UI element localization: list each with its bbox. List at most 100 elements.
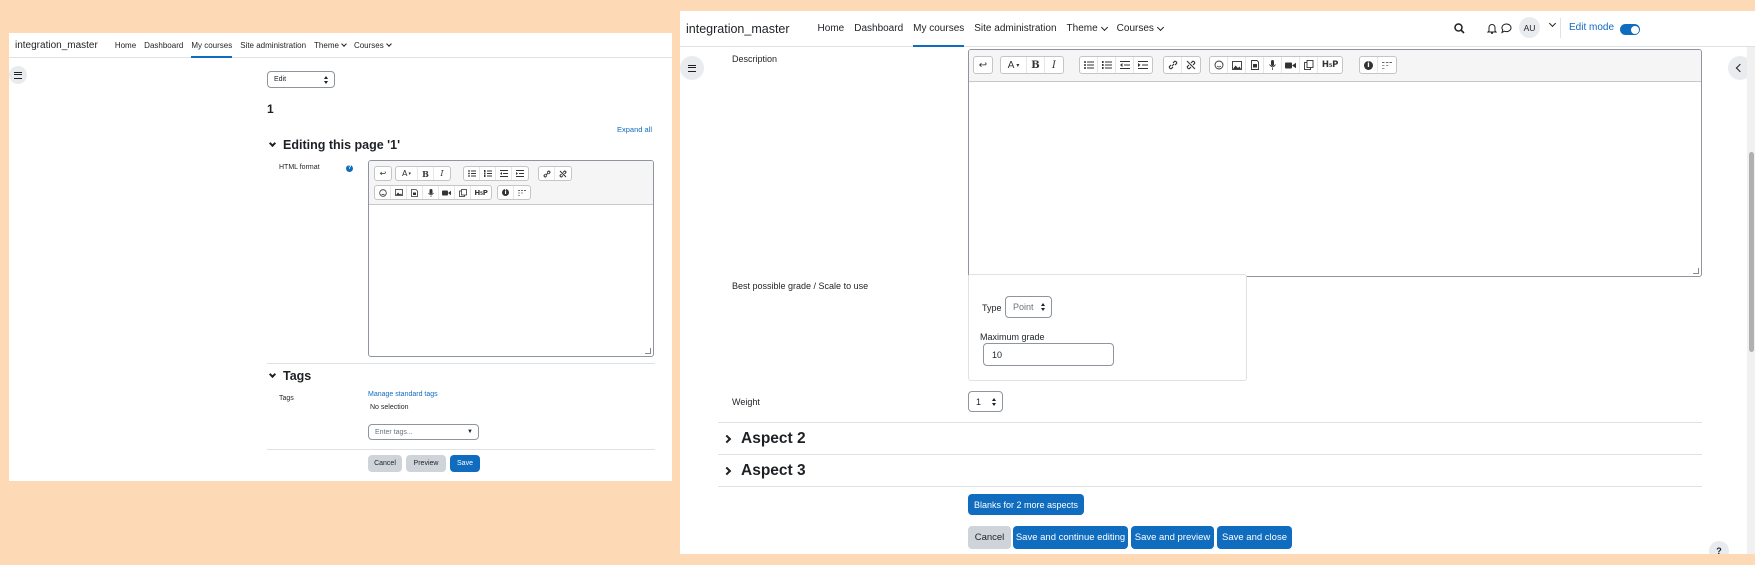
weight-label: Weight [732, 397, 760, 407]
divider [267, 449, 655, 450]
microphone-icon [1269, 60, 1276, 70]
help-button[interactable]: ? [1709, 541, 1729, 554]
toolbar-group-accessibility: i [1359, 56, 1397, 74]
site-name[interactable]: integration_master [686, 22, 790, 36]
emoji-button[interactable] [1210, 57, 1228, 73]
undo-button[interactable]: ↩ [375, 167, 391, 180]
nav-site-administration[interactable]: Site administration [240, 33, 306, 57]
bold-button[interactable]: B [418, 167, 434, 180]
nav-site-administration[interactable]: Site administration [974, 11, 1056, 46]
italic-button[interactable]: I [1045, 57, 1063, 73]
nav-dashboard[interactable]: Dashboard [144, 33, 183, 57]
html-editor[interactable]: ↩ A ▾ B I H₅P i [368, 160, 654, 357]
resize-handle[interactable] [1693, 268, 1699, 274]
editing-section-header[interactable]: Editing this page '1' [268, 138, 400, 152]
accessibility-checker-button[interactable]: i [1360, 57, 1378, 73]
h5p-button[interactable]: H₅P [471, 186, 491, 199]
save-preview-button[interactable]: Save and preview [1131, 526, 1214, 549]
aspect-3-header[interactable]: Aspect 3 [722, 462, 806, 480]
link-button[interactable] [1164, 57, 1182, 73]
h5p-button[interactable]: H₅P [1318, 57, 1342, 73]
tags-section-title: Tags [283, 369, 312, 383]
bullet-list-button[interactable] [464, 167, 480, 180]
maximum-grade-input[interactable]: 10 [983, 343, 1114, 366]
chevron-down-icon [341, 40, 347, 47]
record-audio-button[interactable] [423, 186, 439, 199]
weight-select[interactable]: 1 [968, 391, 1003, 412]
blanks-more-aspects-button[interactable]: Blanks for 2 more aspects [968, 494, 1084, 515]
outdent-button[interactable] [496, 167, 512, 180]
scrollbar[interactable] [1747, 47, 1755, 554]
accessibility-checker-button[interactable]: i [498, 186, 514, 199]
undo-button[interactable]: ↩ [974, 57, 992, 73]
italic-button[interactable]: I [434, 167, 450, 180]
manage-files-button[interactable] [455, 186, 471, 199]
nav-courses[interactable]: Courses [354, 33, 392, 57]
nav-home[interactable]: Home [818, 11, 845, 46]
course-index-toggle[interactable] [680, 56, 704, 80]
unlink-button[interactable] [555, 167, 571, 180]
nav-my-courses[interactable]: My courses [191, 33, 232, 58]
course-index-toggle[interactable] [9, 66, 27, 84]
aspect-2-header[interactable]: Aspect 2 [722, 430, 806, 448]
indent-button[interactable] [512, 167, 528, 180]
save-button[interactable]: Save [450, 455, 480, 472]
media-button[interactable] [407, 186, 423, 199]
record-video-button[interactable] [1282, 57, 1300, 73]
manage-standard-tags-link[interactable]: Manage standard tags [368, 391, 438, 398]
copy-files-icon [1303, 60, 1313, 70]
link-button[interactable] [539, 167, 555, 180]
help-icon[interactable]: ? [346, 165, 353, 172]
avatar[interactable]: AU [1519, 17, 1540, 38]
nav-home[interactable]: Home [115, 33, 136, 57]
resize-handle[interactable] [645, 348, 651, 354]
nav-theme[interactable]: Theme [314, 33, 347, 57]
outdent-button[interactable] [1116, 57, 1134, 73]
numbered-list-button[interactable] [1098, 57, 1116, 73]
unlink-button[interactable] [1182, 57, 1200, 73]
indent-button[interactable] [1134, 57, 1152, 73]
dropdown-arrow-icon[interactable]: ▼ [467, 429, 473, 435]
font-style-button[interactable]: A ▾ [396, 167, 418, 180]
nav-dashboard[interactable]: Dashboard [854, 11, 903, 46]
description-editor[interactable]: ↩ A ▾ B I H₅P i [968, 49, 1702, 277]
show-more-buttons[interactable] [1378, 57, 1396, 73]
media-button[interactable] [1246, 57, 1264, 73]
emoji-button[interactable] [375, 186, 391, 199]
emoji-icon [378, 188, 387, 197]
user-menu-chevron-icon[interactable] [1548, 19, 1557, 28]
site-name[interactable]: integration_master [15, 40, 98, 51]
image-button[interactable] [391, 186, 407, 199]
bullet-list-button[interactable] [1080, 57, 1098, 73]
numbered-list-button[interactable] [480, 167, 496, 180]
scrollbar-thumb[interactable] [1749, 152, 1754, 352]
expand-all-link[interactable]: Expand all [617, 125, 652, 134]
manage-files-button[interactable] [1300, 57, 1318, 73]
edit-mode-toggle[interactable] [1620, 24, 1640, 35]
nav-courses-label: Courses [1116, 23, 1154, 34]
cancel-button[interactable]: Cancel [968, 526, 1011, 549]
nav-courses[interactable]: Courses [1116, 11, 1164, 46]
show-more-buttons[interactable] [514, 186, 530, 199]
font-style-button[interactable]: A ▾ [1001, 57, 1027, 73]
image-button[interactable] [1228, 57, 1246, 73]
nav-theme[interactable]: Theme [1067, 11, 1108, 46]
preview-button[interactable]: Preview [406, 455, 446, 472]
grade-type-select[interactable]: Point [1005, 296, 1052, 318]
toolbar-group-media: H₅P [374, 185, 492, 200]
edit-select[interactable]: Edit [267, 71, 335, 88]
file-media-icon [1250, 60, 1259, 70]
save-close-button[interactable]: Save and close [1217, 526, 1292, 549]
tags-input[interactable]: Enter tags... ▼ [368, 424, 479, 440]
cancel-button[interactable]: Cancel [368, 455, 402, 472]
save-continue-button[interactable]: Save and continue editing [1013, 526, 1128, 549]
message-icon[interactable] [1501, 23, 1512, 37]
search-icon[interactable] [1454, 23, 1465, 37]
bell-icon[interactable] [1486, 23, 1498, 37]
bold-button[interactable]: B [1027, 57, 1045, 73]
record-video-button[interactable] [439, 186, 455, 199]
record-audio-button[interactable] [1264, 57, 1282, 73]
editor-toolbar: ↩ A ▾ B I H₅P i [969, 50, 1701, 82]
tags-section-header[interactable]: Tags [268, 369, 312, 383]
nav-my-courses[interactable]: My courses [913, 11, 965, 47]
